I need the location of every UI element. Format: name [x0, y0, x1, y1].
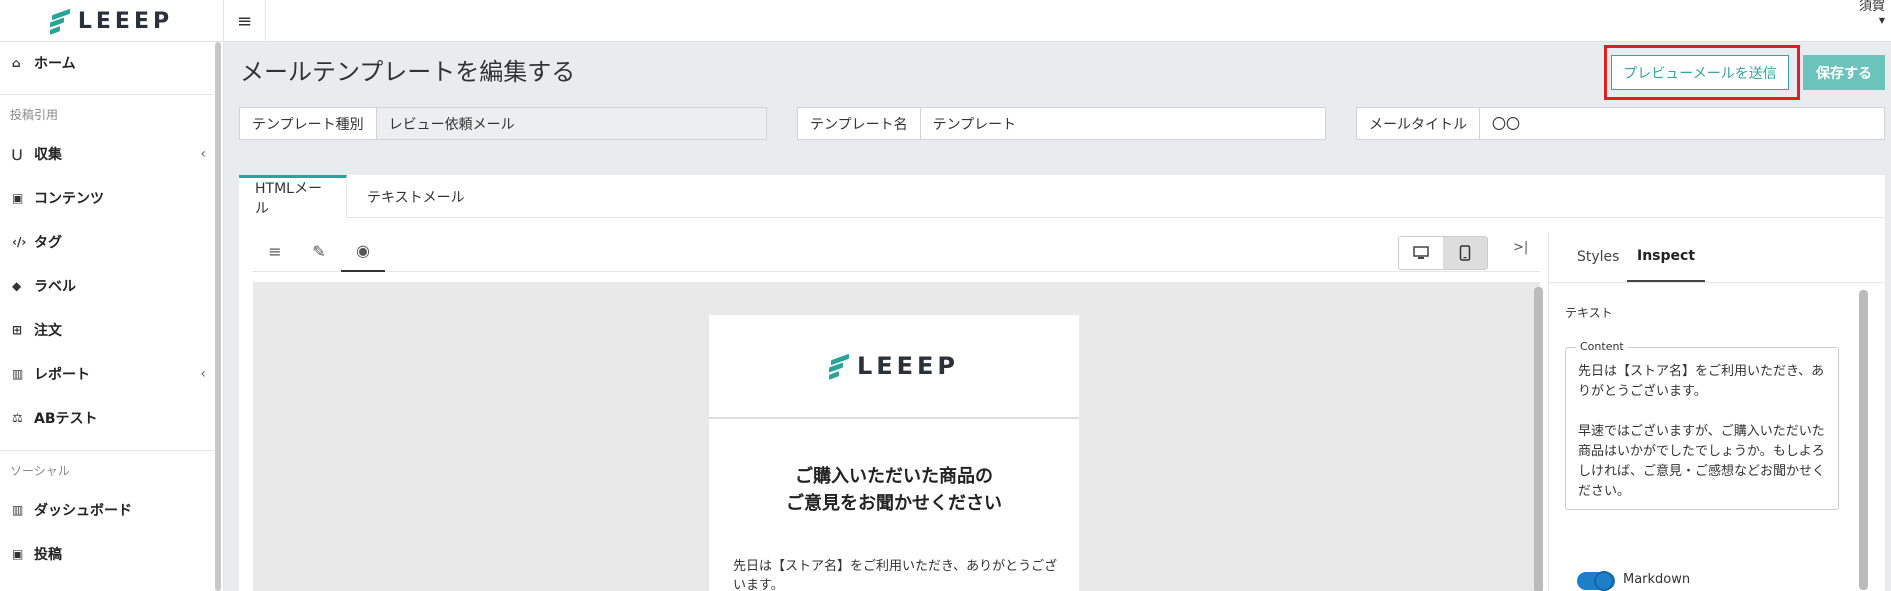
sidebar-item-abtest[interactable]: ⚖ ABテスト	[0, 398, 214, 438]
menu-toggle-button[interactable]: ≡	[224, 0, 266, 42]
markdown-label: Markdown	[1623, 572, 1691, 587]
tag-icon: ◆	[12, 279, 22, 293]
mobile-icon	[1459, 245, 1471, 261]
sidebar-item-tags[interactable]: ‹/› タグ	[0, 222, 214, 262]
email-preview: LEEEP ご購入いただいた商品の ご意見をお聞かせください 先日は【ストア名】…	[709, 315, 1079, 591]
template-type-field: テンプレート種別 レビュー依頼メール	[239, 107, 767, 140]
sidebar-item-reports[interactable]: ▥ レポート ‹	[0, 354, 214, 394]
logo-mark-icon	[49, 8, 72, 35]
tab-styles[interactable]: Styles	[1577, 232, 1619, 282]
sidebar-item-label: ダッシュボード	[34, 503, 132, 519]
user-name: 須賀	[1858, 0, 1885, 14]
desktop-view-button[interactable]	[1399, 237, 1443, 269]
sidebar-item-orders[interactable]: ⊞ 注文	[0, 310, 214, 350]
highlight-box	[1604, 45, 1800, 100]
content-fieldset[interactable]: Content 先日は【ストア名】をご利用いただき、ありがとうございます。 早速…	[1565, 340, 1839, 510]
email-body-text[interactable]: 先日は【ストア名】をご利用いただき、ありがとうございます。	[733, 557, 1063, 591]
template-name-input[interactable]: テンプレート	[921, 108, 1325, 139]
sidebar-item-home[interactable]: ⌂ ホーム	[0, 43, 214, 83]
logo: LEEEP	[49, 8, 174, 35]
pencil-icon: ✎	[312, 241, 326, 261]
email-header: LEEEP	[709, 315, 1079, 419]
scale-icon: ⚖	[12, 411, 23, 425]
mobile-view-button[interactable]	[1443, 237, 1487, 269]
sidebar-item-collect[interactable]: ⋃ 収集 ‹	[0, 134, 214, 174]
sidebar-item-label: ラベル	[34, 279, 76, 295]
template-name-field[interactable]: テンプレート名 テンプレート	[797, 107, 1326, 140]
template-type-value: レビュー依頼メール	[376, 108, 766, 139]
tab-inspect[interactable]: Inspect	[1627, 232, 1706, 282]
tab-html-mail[interactable]: HTMLメール	[239, 175, 347, 218]
chevron-left-icon: ‹	[200, 366, 206, 382]
sidebar-item-label: コンテンツ	[34, 191, 104, 207]
markdown-toggle[interactable]	[1577, 571, 1615, 591]
email-logo: LEEEP	[828, 352, 960, 380]
divider	[1549, 282, 1886, 283]
sidebar-item-label: ホーム	[34, 56, 76, 72]
menu-lines-icon: ≡	[268, 241, 282, 261]
chevron-left-icon: ‹	[200, 146, 206, 162]
sidebar-item-labels[interactable]: ◆ ラベル	[0, 266, 214, 306]
layers-button[interactable]: ≡	[253, 230, 297, 272]
sidebar-item-label: 投稿	[34, 547, 62, 563]
content-textarea[interactable]: 先日は【ストア名】をご利用いただき、ありがとうございます。 早速ではございますが…	[1578, 362, 1828, 502]
email-logo-text: LEEEP	[856, 352, 960, 380]
desktop-icon	[1413, 246, 1429, 259]
magnet-icon: ⋃	[12, 147, 23, 161]
sidebar-scrollbar[interactable]	[215, 42, 221, 591]
email-title-line2: ご意見をお聞かせください	[786, 493, 1002, 514]
sidebar: ⌂ ホーム 投稿引用 ⋃ 収集 ‹ ▣ コンテンツ ‹/› タグ ◆ ラベル ⊞…	[0, 42, 224, 591]
tab-text-mail[interactable]: テキストメール	[351, 175, 481, 218]
page-title: メールテンプレートを編集する	[240, 58, 576, 86]
save-button[interactable]: 保存する	[1803, 55, 1885, 90]
image-icon: ▣	[12, 191, 24, 205]
mail-title-field[interactable]: メールタイトル 〇〇	[1356, 107, 1885, 140]
user-menu[interactable]: 須賀 ▼	[1859, 0, 1885, 28]
code-icon: ‹/›	[12, 235, 27, 249]
image-icon: ▣	[12, 547, 24, 561]
mail-title-label: メールタイトル	[1357, 108, 1480, 139]
hamburger-icon: ≡	[236, 10, 253, 32]
sidebar-item-label: レポート	[34, 367, 90, 383]
logo-mark-icon	[828, 353, 851, 380]
toggle-knob	[1594, 571, 1614, 591]
collapse-right-icon: >|	[1513, 240, 1529, 255]
eye-icon: ◉	[356, 240, 370, 260]
section-label-posts: 投稿引用	[10, 108, 59, 122]
text-section-label: テキスト	[1565, 306, 1613, 320]
logo-area[interactable]: LEEEP	[0, 0, 224, 42]
mail-title-input[interactable]: 〇〇	[1480, 108, 1884, 139]
preview-button[interactable]: ◉	[341, 230, 385, 272]
section-label-social: ソーシャル	[10, 464, 70, 478]
sidebar-item-contents[interactable]: ▣ コンテンツ	[0, 178, 214, 218]
device-switcher	[1398, 236, 1488, 270]
sidebar-item-dashboard[interactable]: ▥ ダッシュボード	[0, 490, 214, 530]
inspector-panel: Styles Inspect テキスト Content 先日は【ストア名】をご利…	[1548, 232, 1886, 591]
inspector-scrollbar[interactable]	[1859, 290, 1868, 590]
divider	[0, 450, 214, 451]
sidebar-item-label: 収集	[34, 147, 62, 163]
template-type-label: テンプレート種別	[240, 108, 377, 139]
logo-text: LEEEP	[77, 8, 174, 34]
mail-type-tabs: HTMLメール テキストメール	[239, 175, 1885, 218]
divider	[0, 94, 214, 95]
editor-toolbar: ≡ ✎ ◉ >|	[253, 230, 1540, 272]
content-legend: Content	[1576, 340, 1628, 353]
top-bar: LEEEP ≡ 須賀 ▼	[0, 0, 1891, 42]
chevron-down-icon: ▼	[1878, 16, 1885, 25]
email-title-line1: ご購入いただいた商品の	[795, 466, 993, 487]
template-name-label: テンプレート名	[798, 108, 921, 139]
sidebar-item-posts[interactable]: ▣ 投稿	[0, 534, 214, 574]
home-icon: ⌂	[12, 56, 21, 70]
sidebar-item-label: 注文	[34, 323, 62, 339]
sidebar-item-label: タグ	[34, 235, 62, 251]
chart-icon: ▥	[12, 367, 24, 381]
collapse-panel-button[interactable]: >|	[1513, 240, 1528, 255]
edit-button[interactable]: ✎	[297, 230, 341, 272]
cart-icon: ⊞	[12, 323, 23, 337]
email-title[interactable]: ご購入いただいた商品の ご意見をお聞かせください	[709, 463, 1079, 517]
chart-icon: ▥	[12, 503, 24, 517]
sidebar-item-label: ABテスト	[34, 411, 98, 427]
canvas-scrollbar[interactable]	[1534, 287, 1543, 591]
